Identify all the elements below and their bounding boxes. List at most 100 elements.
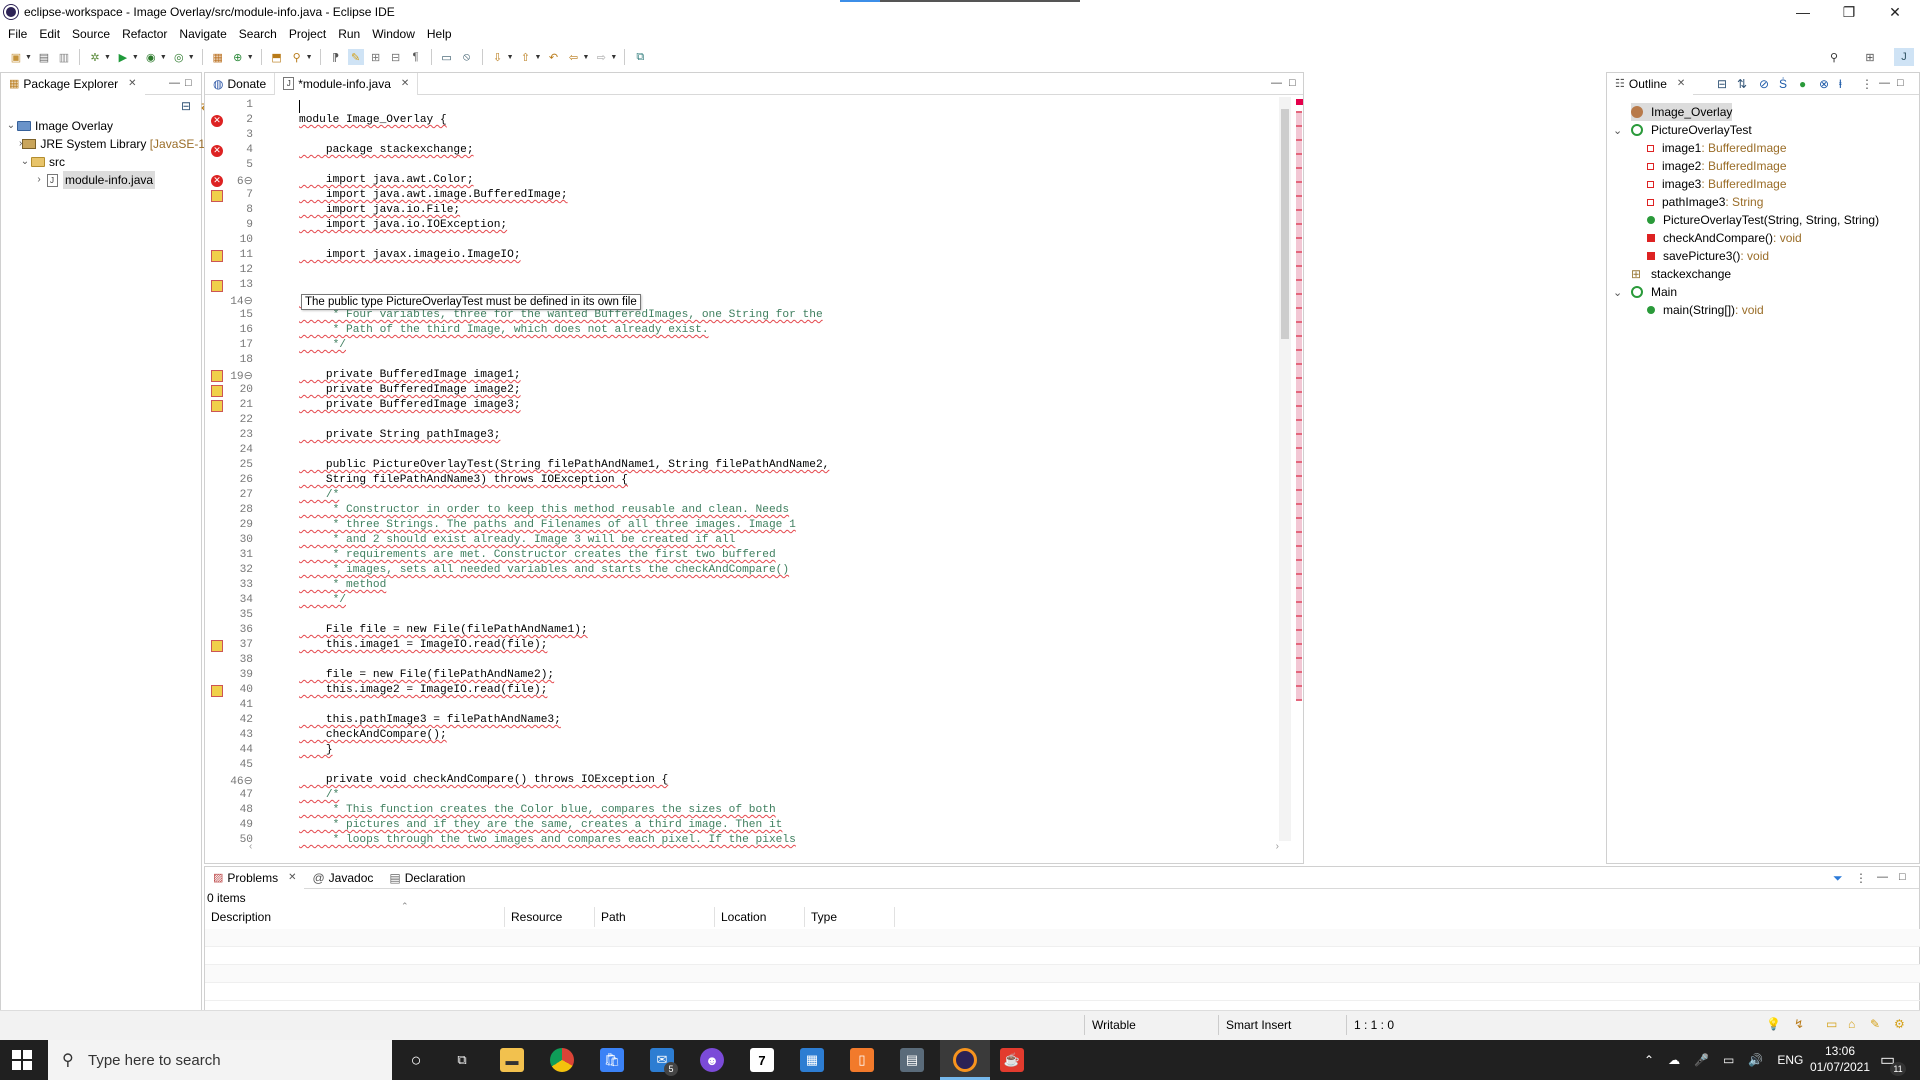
coverage-dropdown-icon[interactable]: ▼ xyxy=(160,54,167,61)
column-path[interactable]: Path xyxy=(595,907,715,927)
store-icon[interactable]: 🛍 xyxy=(600,1048,624,1072)
outline-item[interactable]: image2 : BufferedImage xyxy=(1647,157,1787,175)
tools-app-icon[interactable]: ▤ xyxy=(900,1048,924,1072)
tree-src[interactable]: ⌄ src xyxy=(5,153,201,171)
code-line[interactable]: /* xyxy=(299,789,339,801)
code-line[interactable]: private BufferedImage image3; xyxy=(299,399,521,411)
code-line[interactable]: * and 2 should exist already. Image 3 wi… xyxy=(299,534,736,546)
column-description[interactable]: Description xyxy=(205,907,505,927)
code-line[interactable]: private BufferedImage image1; xyxy=(299,369,521,381)
quickfix-error-icon[interactable] xyxy=(211,400,223,412)
view-menu-icon[interactable]: ⋮ xyxy=(1861,77,1873,91)
quickfix-error-icon[interactable] xyxy=(211,280,223,292)
menu-edit[interactable]: Edit xyxy=(35,27,68,41)
open-type-icon[interactable]: ⬒ xyxy=(269,49,285,65)
code-line[interactable]: */ xyxy=(299,339,346,351)
show-whitespace-icon[interactable]: ¶ xyxy=(408,49,424,65)
outline-item[interactable]: ⌄ Main xyxy=(1613,283,1677,301)
taskbar-search-input[interactable]: ⚲ Type here to search xyxy=(48,1040,392,1080)
maximize-icon[interactable]: □ xyxy=(185,77,192,89)
messaging-icon[interactable]: ☻ xyxy=(700,1048,724,1072)
cloud-icon[interactable]: ☁ xyxy=(1668,1053,1680,1067)
hide-local-types-icon[interactable]: ⊗ xyxy=(1819,77,1829,91)
maximize-button[interactable]: ❐ xyxy=(1826,0,1872,24)
tab-donate[interactable]: ◍ Donate xyxy=(205,73,274,95)
new-class-dropdown-icon[interactable]: ▼ xyxy=(247,54,254,61)
code-line[interactable]: private void checkAndCompare() throws IO… xyxy=(299,774,668,786)
word-wrap-icon[interactable]: ⊟ xyxy=(388,49,404,65)
next-annotation-dropdown-icon[interactable]: ▼ xyxy=(507,54,514,61)
task-view-icon[interactable]: ⧉ xyxy=(450,1048,474,1072)
clock[interactable]: 13:06 01/07/2021 xyxy=(1800,1043,1880,1075)
new-icon[interactable]: ▣ xyxy=(8,49,24,65)
outline-item[interactable]: image1 : BufferedImage xyxy=(1647,139,1787,157)
minimize-icon[interactable]: — xyxy=(1879,77,1890,89)
view-menu-icon[interactable]: ⋮ xyxy=(1855,871,1867,885)
code-line[interactable]: private BufferedImage image2; xyxy=(299,384,521,396)
open-perspective-icon[interactable]: ⊞ xyxy=(1862,49,1878,65)
quickfix-error-icon[interactable] xyxy=(211,685,223,697)
previous-annotation-dropdown-icon[interactable]: ▼ xyxy=(535,54,542,61)
filter-icon[interactable]: ⱡ xyxy=(1839,77,1842,91)
java-app-icon[interactable]: ☕ xyxy=(1000,1048,1024,1072)
code-line[interactable]: /* xyxy=(299,489,339,501)
outline-item[interactable]: image3 : BufferedImage xyxy=(1647,175,1787,193)
code-line[interactable]: this.image2 = ImageIO.read(file); xyxy=(299,684,548,696)
error-icon[interactable]: ✕ xyxy=(211,175,223,187)
minimize-button[interactable]: — xyxy=(1780,0,1826,24)
column-location[interactable]: Location xyxy=(715,907,805,927)
code-line[interactable]: private String pathImage3; xyxy=(299,429,501,441)
code-line[interactable]: * pictures and if they are the same, cre… xyxy=(299,819,783,831)
close-icon[interactable]: ✕ xyxy=(128,78,136,89)
code-line[interactable]: package stackexchange; xyxy=(299,144,474,156)
code-line[interactable]: import java.io.IOException; xyxy=(299,219,507,231)
forward-icon[interactable]: ⇨ xyxy=(593,49,609,65)
code-line[interactable]: } xyxy=(299,744,333,756)
close-icon[interactable]: ✕ xyxy=(401,78,409,89)
mark-occurrences-icon[interactable]: ✎ xyxy=(347,49,364,65)
horizontal-scrollbar[interactable]: ‹ › xyxy=(247,841,1281,855)
pin-editor-icon[interactable]: ⧉ xyxy=(632,49,648,65)
code-line[interactable]: file = new File(filePathAndName2); xyxy=(299,669,554,681)
code-line[interactable]: String filePathAndName3) throws IOExcept… xyxy=(299,474,628,486)
code-line[interactable]: File file = new File(filePathAndName1); xyxy=(299,624,588,636)
next-annotation-icon[interactable]: ⇩ xyxy=(490,49,506,65)
new-dropdown-icon[interactable]: ▼ xyxy=(25,54,32,61)
skip-breakpoints-icon[interactable]: ⦸ xyxy=(459,49,475,65)
error-icon[interactable]: ✕ xyxy=(211,115,223,127)
block-selection-icon[interactable]: ⊞ xyxy=(368,49,384,65)
code-line[interactable]: * three Strings. The paths and Filenames… xyxy=(299,519,796,531)
windows-start-icon[interactable] xyxy=(12,1050,32,1070)
save-all-icon[interactable]: ▥ xyxy=(56,49,72,65)
menu-window[interactable]: Window xyxy=(368,27,423,41)
chevron-down-icon[interactable]: ⌄ xyxy=(19,153,31,171)
code-line[interactable]: module Image_Overlay { xyxy=(299,114,447,126)
tab-problems[interactable]: ▨ Problems ✕ xyxy=(205,866,305,889)
tree-jre[interactable]: › JRE System Library [JavaSE-16] xyxy=(5,135,215,153)
code-line[interactable]: * requirements are met. Constructor crea… xyxy=(299,549,776,561)
chevron-down-icon[interactable]: ⌄ xyxy=(1613,124,1622,137)
outline-item[interactable]: checkAndCompare() : void xyxy=(1647,229,1802,247)
chevron-down-icon[interactable]: ⌄ xyxy=(1613,286,1622,299)
column-resource[interactable]: Resource xyxy=(505,907,595,927)
tab-outline[interactable]: ☷ Outline ✕ xyxy=(1607,72,1694,95)
scrollbar-thumb[interactable] xyxy=(1281,109,1289,339)
quickfix-error-icon[interactable] xyxy=(211,640,223,652)
minimize-icon[interactable]: — xyxy=(1271,77,1282,89)
run-dropdown-icon[interactable]: ▼ xyxy=(132,54,139,61)
forward-dropdown-icon[interactable]: ▼ xyxy=(610,54,617,61)
debug-dropdown-icon[interactable]: ▼ xyxy=(104,54,111,61)
code-line[interactable]: import java.awt.Color; xyxy=(299,174,474,186)
last-edit-icon[interactable]: ↶ xyxy=(545,49,561,65)
minimize-icon[interactable]: — xyxy=(1877,871,1888,883)
menu-run[interactable]: Run xyxy=(334,27,368,41)
code-line[interactable]: * Constructor in order to keep this meth… xyxy=(299,504,790,516)
outline-item[interactable]: PictureOverlayTest(String, String, Strin… xyxy=(1647,211,1879,229)
vertical-scrollbar[interactable] xyxy=(1279,97,1291,841)
menu-project[interactable]: Project xyxy=(285,27,334,41)
code-line[interactable]: * This function creates the Color blue, … xyxy=(299,804,776,816)
file-explorer-icon[interactable]: ▬ xyxy=(500,1048,524,1072)
tree-module-info[interactable]: › J module-info.java xyxy=(5,171,201,189)
network-icon[interactable]: ▭ xyxy=(1723,1053,1734,1067)
toggle-breadcrumb-icon[interactable]: ⁋ xyxy=(328,49,344,65)
